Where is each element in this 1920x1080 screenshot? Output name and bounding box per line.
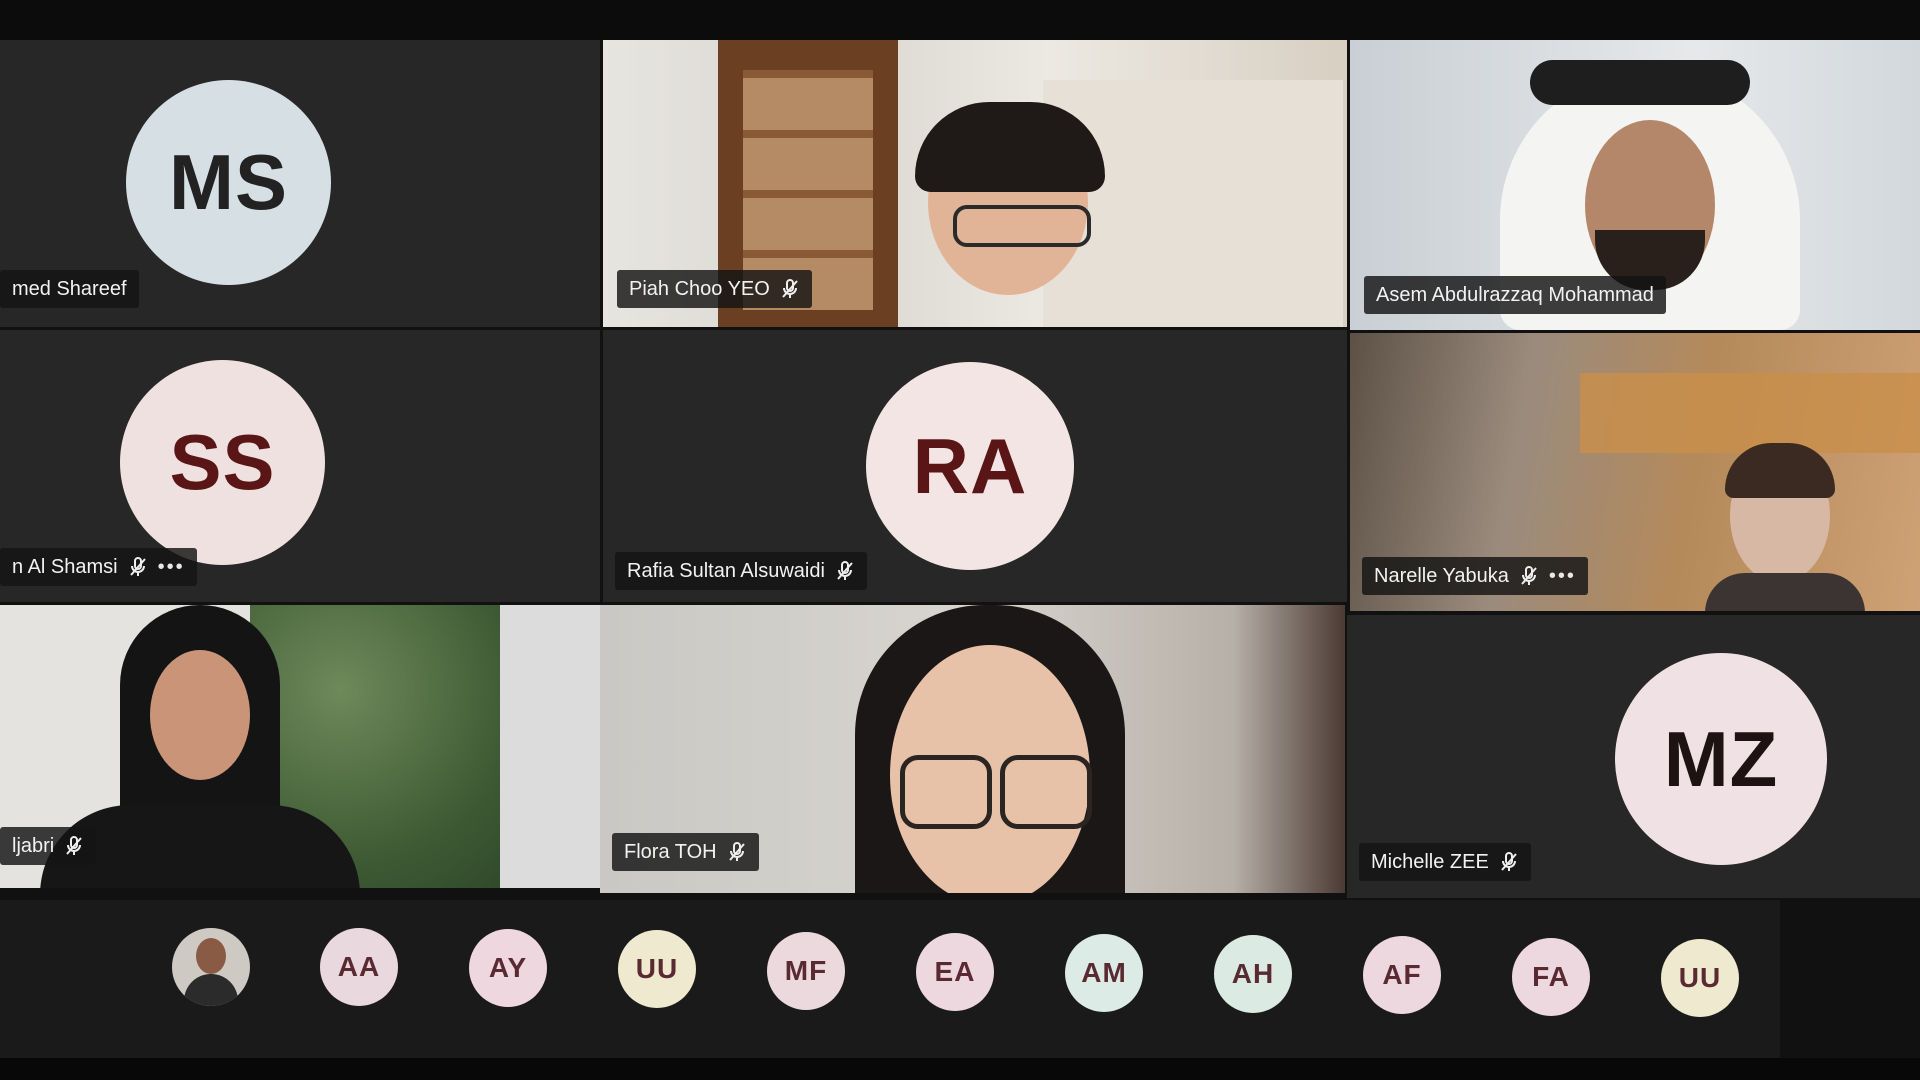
more-options-icon[interactable]: •••	[1549, 565, 1576, 588]
overflow-avatar[interactable]: FA	[1512, 938, 1590, 1016]
meeting-stage: MS med Shareef Piah Choo YEO Asem Abdulr…	[0, 0, 1920, 1080]
avatar-ra: RA	[866, 362, 1074, 570]
participant-name: Asem Abdulrazzaq Mohammad	[1376, 283, 1654, 306]
namebar-piah: Piah Choo YEO	[617, 270, 812, 308]
avatar-mz-initials: MZ	[1663, 714, 1779, 803]
participant-name: Narelle Yabuka	[1374, 564, 1509, 587]
tile-ra[interactable]: RA Rafia Sultan Alsuwaidi	[603, 330, 1347, 602]
namebar-flora: Flora TOH	[612, 833, 759, 871]
tile-piah-choo-yeo[interactable]: Piah Choo YEO	[603, 40, 1347, 327]
tile-flora-toh[interactable]: Flora TOH	[600, 605, 1345, 893]
overflow-avatar[interactable]: MF	[767, 932, 845, 1010]
participant-name: n Al Shamsi	[12, 555, 118, 578]
mic-off-icon	[728, 842, 745, 861]
overflow-avatar[interactable]: EA	[916, 933, 994, 1011]
namebar-narelle: Narelle Yabuka •••	[1362, 557, 1588, 595]
tile-mz[interactable]: MZ Michelle ZEE	[1347, 615, 1920, 898]
namebar-ljabri: ljabri	[0, 827, 97, 865]
namebar-mz: Michelle ZEE	[1359, 843, 1531, 881]
tile-ss[interactable]: SS n Al Shamsi •••	[0, 330, 600, 602]
mic-off-icon	[66, 836, 83, 855]
participant-name: ljabri	[12, 834, 55, 857]
overflow-avatar[interactable]: AY	[469, 929, 547, 1007]
avatar-ms-initials: MS	[169, 138, 288, 226]
tile-ljabri[interactable]: ljabri	[0, 605, 600, 888]
mic-off-icon	[129, 557, 146, 576]
overflow-avatar[interactable]: AF	[1363, 936, 1441, 1014]
avatar-ss-initials: SS	[169, 418, 276, 506]
mic-off-icon	[837, 561, 853, 580]
namebar-ra: Rafia Sultan Alsuwaidi	[615, 552, 867, 590]
namebar-asem: Asem Abdulrazzaq Mohammad	[1364, 276, 1666, 314]
more-options-icon[interactable]: •••	[158, 556, 185, 579]
tile-ms[interactable]: MS med Shareef	[0, 40, 600, 327]
bottom-bezel	[0, 1058, 1920, 1080]
participant-name: Rafia Sultan Alsuwaidi	[627, 559, 825, 582]
mic-off-icon	[1521, 566, 1537, 585]
avatar-ra-initials: RA	[912, 421, 1028, 510]
avatar-ss: SS	[120, 360, 325, 565]
mic-off-icon	[1501, 852, 1517, 871]
avatar-ms: MS	[126, 80, 331, 285]
participant-name: Piah Choo YEO	[629, 277, 770, 300]
top-bezel	[0, 0, 1920, 40]
namebar-ss: n Al Shamsi •••	[0, 548, 197, 586]
participant-name: Flora TOH	[624, 840, 717, 863]
overflow-avatar[interactable]: AA	[320, 928, 398, 1006]
namebar-ms: med Shareef	[0, 270, 139, 308]
participant-photo-avatar[interactable]	[172, 928, 250, 1006]
mic-off-icon	[782, 279, 798, 298]
tile-asem[interactable]: Asem Abdulrazzaq Mohammad	[1350, 40, 1920, 330]
overflow-avatar[interactable]: UU	[1661, 939, 1739, 1017]
participant-name: Michelle ZEE	[1371, 850, 1489, 873]
avatar-mz: MZ	[1615, 653, 1827, 865]
tile-narelle[interactable]: Narelle Yabuka •••	[1350, 333, 1920, 611]
overflow-avatar[interactable]: UU	[618, 930, 696, 1008]
overflow-avatar[interactable]: AM	[1065, 934, 1143, 1012]
overflow-avatar[interactable]: AH	[1214, 935, 1292, 1013]
participant-name: med Shareef	[12, 277, 127, 300]
